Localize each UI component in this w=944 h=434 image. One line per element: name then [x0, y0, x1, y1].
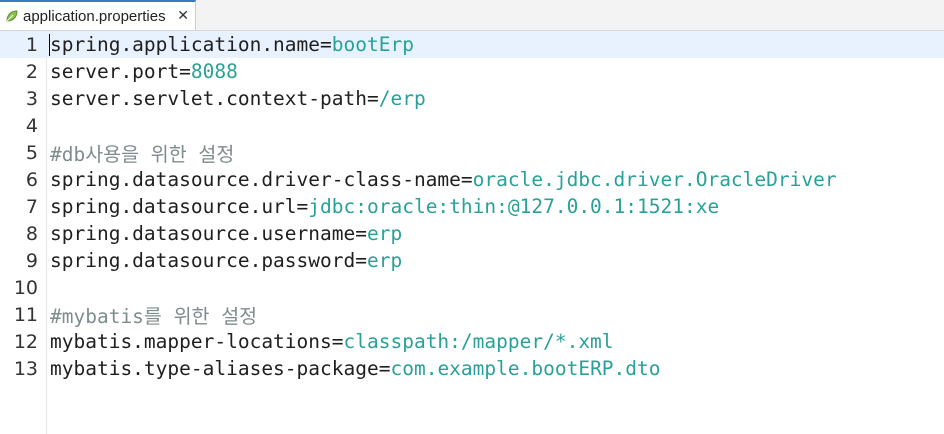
property-value: /erp — [378, 87, 426, 110]
spring-leaf-icon — [6, 10, 18, 22]
code-line[interactable]: 8 spring.datasource.username=erp — [0, 220, 944, 247]
property-key: spring.datasource.url — [50, 195, 297, 218]
code-editor[interactable]: 1 spring.application.name=bootErp 2 server.… — [0, 31, 944, 434]
property-key: server.port — [50, 60, 180, 83]
line-number: 4 — [25, 114, 38, 137]
equals-sign: = — [355, 249, 367, 272]
line-content: mybatis.type-aliases-package=com.example… — [50, 357, 661, 380]
line-content: #mybatis를 위한 설정 — [50, 300, 257, 329]
code-line[interactable]: 5 #db사용을 위한 설정 — [0, 138, 944, 167]
line-content: mybatis.mapper-locations=classpath:/mapp… — [50, 330, 614, 353]
code-line[interactable]: 7 spring.datasource.url=jdbc:oracle:thin:… — [0, 193, 944, 220]
property-key: mybatis.mapper-locations — [50, 330, 332, 353]
line-content: spring.datasource.driver-class-name=orac… — [50, 168, 837, 191]
code-line[interactable]: 4 — [0, 112, 944, 139]
property-value: bootErp — [331, 33, 414, 56]
property-value: com.example.bootERP.dto — [390, 357, 661, 380]
equals-sign: = — [320, 33, 332, 56]
line-number: 6 — [25, 168, 38, 191]
code-line[interactable]: 2 server.port=8088 — [0, 58, 944, 85]
code-line[interactable]: 3 server.servlet.context-path=/erp — [0, 85, 944, 112]
line-number: 13 — [13, 357, 38, 380]
close-tab-icon[interactable]: ✕ — [177, 8, 189, 24]
property-key: spring.datasource.password — [50, 249, 356, 272]
equals-sign: = — [460, 168, 473, 191]
line-number: 9 — [25, 249, 38, 272]
editor-tab-bar: application.properties ✕ — [0, 0, 944, 31]
line-number: 1 — [25, 33, 38, 56]
line-number: 7 — [25, 195, 38, 218]
property-key: server.servlet.context-path — [50, 87, 367, 110]
line-content: spring.datasource.username=erp — [50, 222, 402, 245]
line-content: server.servlet.context-path=/erp — [50, 87, 426, 110]
line-content: #db사용을 위한 설정 — [50, 138, 234, 167]
property-value: erp — [367, 249, 403, 272]
equals-sign: = — [179, 60, 191, 83]
comment-text: #db사용을 위한 설정 — [50, 143, 235, 166]
code-line[interactable]: 10 — [0, 274, 944, 301]
property-value: jdbc:oracle:thin:@127.0.0.1:1521:xe — [308, 195, 720, 218]
code-line[interactable]: 6 spring.datasource.driver-class-name=ora… — [0, 166, 944, 193]
code-line[interactable]: 11 #mybatis를 위한 설정 — [0, 300, 944, 329]
property-value: oracle.jdbc.driver.OracleDriver — [472, 168, 837, 191]
line-content: spring.application.name=bootErp — [50, 33, 414, 56]
property-key: spring.datasource.username — [50, 222, 356, 245]
equals-sign: = — [378, 357, 391, 380]
code-line[interactable]: 1 spring.application.name=bootErp — [0, 31, 944, 58]
property-value: classpath:/mapper/*.xml — [343, 330, 614, 353]
line-number: 3 — [25, 87, 38, 110]
line-number: 12 — [13, 330, 38, 353]
equals-sign: = — [296, 195, 309, 218]
code-line[interactable]: 13 mybatis.type-aliases-package=com.examp… — [0, 355, 944, 382]
line-number: 10 — [13, 276, 38, 299]
property-value: erp — [367, 222, 403, 245]
equals-sign: = — [331, 330, 344, 353]
code-line[interactable]: 12 mybatis.mapper-locations=classpath:/ma… — [0, 328, 944, 355]
tab-application-properties[interactable]: application.properties ✕ — [0, 0, 196, 30]
line-content: spring.datasource.password=erp — [50, 249, 402, 272]
equals-sign: = — [355, 222, 367, 245]
line-content: spring.datasource.url=jdbc:oracle:thin:@… — [50, 195, 719, 218]
property-key: spring.datasource.driver-class-name — [50, 168, 461, 191]
line-number: 8 — [25, 222, 38, 245]
property-key: mybatis.type-aliases-package — [50, 357, 379, 380]
comment-text: #mybatis를 위한 설정 — [50, 305, 258, 328]
text-cursor — [49, 33, 50, 56]
line-number: 2 — [25, 60, 38, 83]
property-key: spring.application.name — [50, 33, 321, 56]
property-value: 8088 — [190, 60, 238, 83]
line-content: server.port=8088 — [50, 60, 238, 83]
line-number: 11 — [13, 303, 38, 326]
equals-sign: = — [366, 87, 379, 110]
tab-title: application.properties — [23, 7, 166, 25]
line-number: 5 — [25, 141, 38, 164]
code-line[interactable]: 9 spring.datasource.password=erp — [0, 247, 944, 274]
